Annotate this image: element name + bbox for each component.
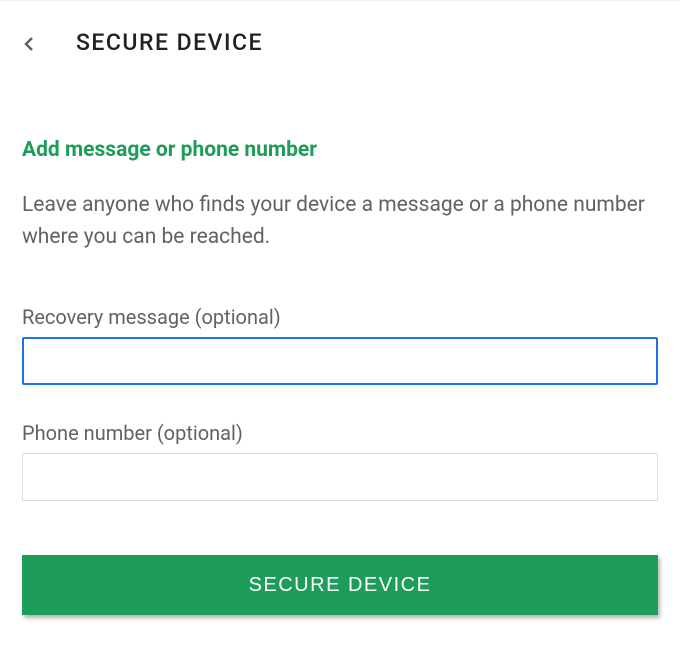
section-description: Leave anyone who finds your device a mes… — [22, 190, 658, 253]
content-area: Add message or phone number Leave anyone… — [0, 138, 680, 501]
recovery-message-input[interactable] — [22, 337, 658, 385]
section-title: Add message or phone number — [22, 138, 658, 162]
header: SECURE DEVICE — [0, 1, 680, 76]
page-title: SECURE DEVICE — [76, 29, 263, 56]
recovery-message-field-group: Recovery message (optional) — [22, 305, 658, 385]
secure-device-button[interactable]: SECURE DEVICE — [22, 555, 658, 615]
button-container: SECURE DEVICE — [0, 537, 680, 615]
recovery-message-label: Recovery message (optional) — [22, 305, 658, 329]
back-icon[interactable] — [22, 37, 36, 51]
phone-number-field-group: Phone number (optional) — [22, 421, 658, 501]
phone-number-label: Phone number (optional) — [22, 421, 658, 445]
phone-number-input[interactable] — [22, 453, 658, 501]
